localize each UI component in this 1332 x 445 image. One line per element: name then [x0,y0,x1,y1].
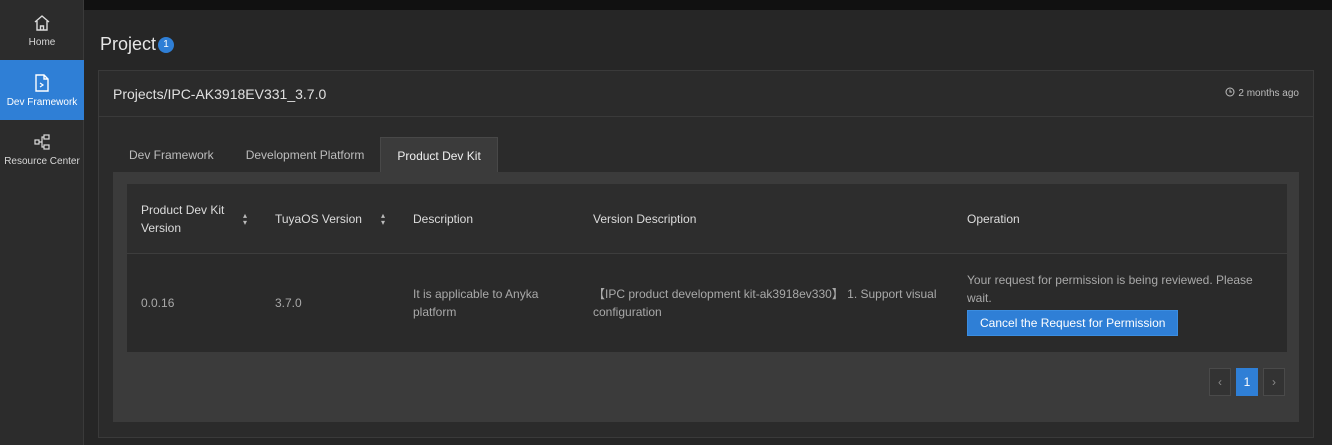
sidebar-item-dev-framework[interactable]: Dev Framework [0,60,84,120]
header-version-description: Version Description [579,184,953,253]
header-label: Operation [967,211,1020,226]
page-title-text: Project [100,34,157,54]
home-icon [32,13,52,33]
tab-development-platform[interactable]: Development Platform [230,137,381,173]
tab-bar: Dev Framework Development Platform Produ… [113,137,498,173]
project-card-header: Projects/IPC-AK3918EV331_3.7.0 2 months … [99,71,1313,117]
header-description: Description [399,184,579,253]
table-row: 0.0.16 3.7.0 It is applicable to Anyka p… [127,254,1287,352]
cell-description: It is applicable to Anyka platform [413,287,539,319]
sidebar-item-home[interactable]: Home [0,0,84,60]
product-dev-kit-table: Product Dev Kit Version ▴ ▾ TuyaOS Versio… [127,184,1287,352]
header-label: Product Dev Kit Version [141,202,225,235]
header-label: Description [413,211,474,226]
permission-status-text: Your request for permission is being rev… [967,272,1253,305]
header-label: Version Description [593,211,697,226]
document-icon [32,73,52,93]
prev-page-button[interactable]: ‹ [1209,368,1231,396]
sidebar-item-label: Dev Framework [6,96,78,108]
cell-version-description: 【IPC product development kit-ak3918ev330… [593,287,937,319]
next-page-button[interactable]: › [1263,368,1285,396]
header-label: TuyaOS Version [275,211,362,226]
sidebar-item-label: Resource Center [4,155,80,167]
project-count-badge: 1 [158,36,175,53]
header-kit-version[interactable]: Product Dev Kit Version ▴ ▾ [127,184,261,253]
project-title: Projects/IPC-AK3918EV331_3.7.0 [113,85,327,102]
table-header: Product Dev Kit Version ▴ ▾ TuyaOS Versio… [127,184,1287,254]
sidebar: Home Dev Framework Resource Center [0,0,84,445]
sidebar-item-resource-center[interactable]: Resource Center [0,120,84,178]
tab-product-dev-kit[interactable]: Product Dev Kit [380,137,498,173]
cell-tuyaos-version: 3.7.0 [275,296,302,310]
sidebar-item-label: Home [28,36,56,48]
cell-kit-version: 0.0.16 [141,296,175,310]
tab-dev-framework[interactable]: Dev Framework [113,137,230,173]
cell-operation: Your request for permission is being rev… [953,254,1287,352]
cancel-permission-request-button[interactable]: Cancel the Request for Permission [967,309,1179,336]
updated-text: 2 months ago [1238,88,1299,99]
sort-icon[interactable]: ▴ ▾ [243,211,247,226]
top-bar [84,0,1332,10]
header-operation: Operation [953,184,1287,253]
resource-tree-icon [32,132,52,152]
project-card: Projects/IPC-AK3918EV331_3.7.0 2 months … [98,70,1314,438]
sort-icon[interactable]: ▴ ▾ [381,211,385,226]
tab-panel: Product Dev Kit Version ▴ ▾ TuyaOS Versio… [113,172,1299,422]
header-tuyaos-version[interactable]: TuyaOS Version ▴ ▾ [261,184,399,253]
clock-icon [1225,87,1235,100]
page-title: Project 1 [100,34,175,55]
project-updated-time: 2 months ago [1225,87,1299,100]
pagination: ‹ 1 › [1209,368,1285,396]
main-content: Project 1 Projects/IPC-AK3918EV331_3.7.0… [84,10,1332,445]
page-number-button[interactable]: 1 [1236,368,1258,396]
